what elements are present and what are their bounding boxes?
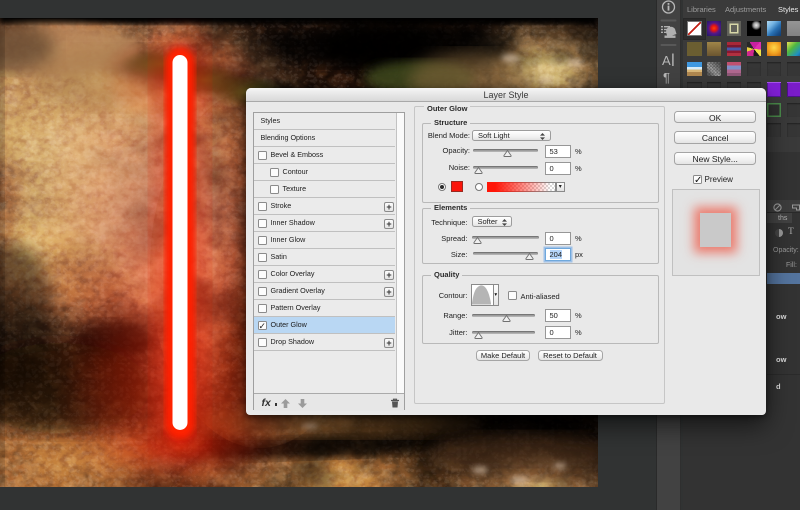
svg-text:A: A [662, 53, 671, 68]
svg-text:¶: ¶ [663, 70, 670, 85]
